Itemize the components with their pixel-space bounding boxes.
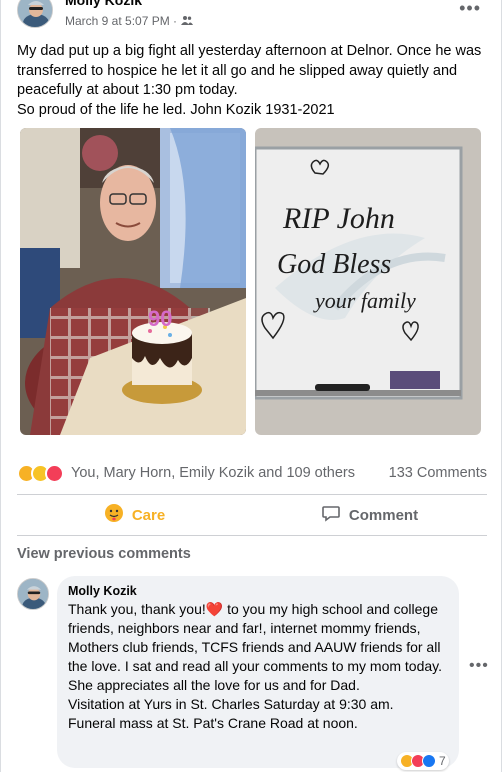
friends-icon xyxy=(181,14,194,28)
post-card: Molly Kozik March 9 at 5:07 PM · ••• My … xyxy=(0,0,502,772)
photo-birthday-cake[interactable]: 90 xyxy=(20,128,246,435)
post-timestamp[interactable]: March 9 at 5:07 PM · xyxy=(65,14,177,28)
comment-label: Comment xyxy=(348,506,419,524)
heart-emoji: ❤️ xyxy=(205,601,224,617)
view-previous-comments[interactable]: View previous comments xyxy=(17,546,191,562)
photo-whiteboard[interactable]: RIP John God Bless your family xyxy=(255,128,481,435)
love-icon xyxy=(45,463,64,483)
comment-author[interactable]: Molly Kozik xyxy=(68,584,447,598)
divider xyxy=(17,494,487,495)
comment-reaction-count: 7 xyxy=(439,754,446,768)
reacted-names[interactable]: You, Mary Horn, Emily Kozik and 109 othe… xyxy=(71,465,355,481)
comment-line: Funeral mass at St. Pat's Crane Road at … xyxy=(68,715,358,731)
comment-text-part: Thank you, thank you! xyxy=(68,601,206,617)
divider xyxy=(17,535,487,536)
whiteboard-line-2: God Bless xyxy=(277,249,391,280)
comments-count[interactable]: 133 Comments xyxy=(389,465,487,481)
comment-button[interactable]: Comment xyxy=(252,497,487,533)
reactions-summary[interactable]: You, Mary Horn, Emily Kozik and 109 othe… xyxy=(17,462,487,484)
comment-line: Visitation at Yurs in St. Charles Saturd… xyxy=(68,696,394,712)
post-meta: March 9 at 5:07 PM · xyxy=(65,14,194,28)
author-avatar[interactable] xyxy=(17,0,53,28)
comment-reactions[interactable]: 7 xyxy=(397,752,449,770)
post-header: Molly Kozik March 9 at 5:07 PM · ••• xyxy=(17,0,487,40)
post-text: My dad put up a big fight all yesterday … xyxy=(17,42,487,120)
care-icon xyxy=(104,503,124,527)
care-label: Care xyxy=(131,506,166,524)
commenter-avatar[interactable] xyxy=(17,578,49,610)
like-icon xyxy=(422,754,436,768)
cake-number: 90 xyxy=(148,306,172,331)
action-bar: Care Comment xyxy=(17,497,487,533)
post-text-line: So proud of the life he led. John Kozik … xyxy=(17,101,335,118)
post-author[interactable]: Molly Kozik xyxy=(65,0,142,8)
comment-icon xyxy=(321,503,341,527)
care-button[interactable]: Care xyxy=(17,497,252,533)
whiteboard-line-3: your family xyxy=(313,288,416,313)
whiteboard-line-1: RIP John xyxy=(282,202,395,235)
comment-bubble: Molly Kozik Thank you, thank you!❤️ to y… xyxy=(57,576,459,768)
post-text-line: My dad put up a big fight all yesterday … xyxy=(17,43,482,98)
comment-more-options-icon[interactable]: ••• xyxy=(469,657,489,675)
comment-paragraph: Thank you, thank you!❤️ to you my high s… xyxy=(68,600,447,695)
post-more-options-icon[interactable]: ••• xyxy=(459,0,481,19)
comment-text: Thank you, thank you!❤️ to you my high s… xyxy=(68,600,447,733)
reaction-icons xyxy=(17,463,64,483)
